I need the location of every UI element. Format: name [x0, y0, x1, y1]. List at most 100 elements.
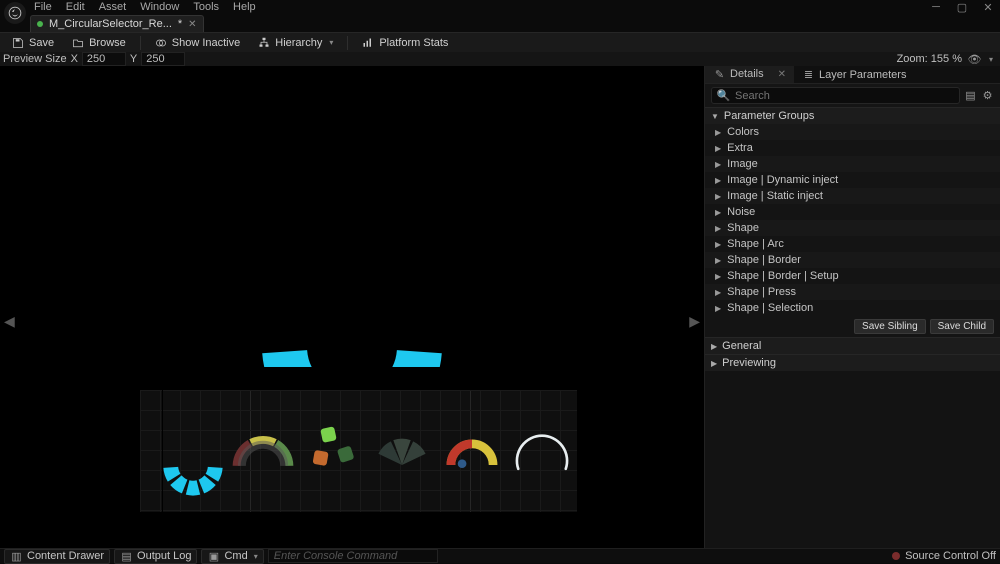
details-search[interactable]: 🔍: [711, 87, 960, 104]
preview-size-bar: Preview Size X 250 Y 250 Zoom: 155 % 👁 ▾: [0, 52, 1000, 66]
details-panel: ✎ Details ✕ ≣ Layer Parameters 🔍 ▤ ⚙ ▼ P…: [704, 66, 1000, 548]
hierarchy-button[interactable]: Hierarchy ▾: [252, 35, 339, 51]
tab-details[interactable]: ✎ Details ✕: [705, 66, 794, 83]
menu-asset[interactable]: Asset: [99, 1, 127, 13]
filter-icon[interactable]: ▤: [964, 89, 977, 102]
tab-layer-label: Layer Parameters: [819, 69, 906, 81]
details-empty-area: [705, 371, 1000, 548]
tab-close-icon[interactable]: ✕: [188, 19, 196, 30]
browse-icon: [72, 37, 84, 49]
preview-x-input[interactable]: 250: [82, 52, 126, 66]
save-child-button[interactable]: Save Child: [930, 319, 994, 334]
param-group-label: Image | Static inject: [727, 190, 823, 202]
section-previewing-label: Previewing: [722, 357, 776, 369]
document-tab-bar: M_CircularSelector_Re... * ✕: [0, 14, 1000, 32]
tab-layer-parameters[interactable]: ≣ Layer Parameters: [794, 66, 914, 83]
expand-icon: ▶: [715, 128, 721, 137]
expand-icon: ▶: [715, 240, 721, 249]
close-icon[interactable]: ✕: [982, 1, 994, 13]
preview-y-input[interactable]: 250: [141, 52, 185, 66]
menu-tools[interactable]: Tools: [193, 1, 219, 13]
source-control-label[interactable]: Source Control Off: [905, 550, 996, 562]
content-drawer-button[interactable]: ▥ Content Drawer: [4, 549, 110, 564]
param-group[interactable]: ▶Shape | Press: [705, 284, 1000, 300]
show-inactive-button[interactable]: Show Inactive: [149, 35, 246, 51]
cmd-selector[interactable]: ▣ Cmd ▾: [201, 549, 263, 564]
param-group-label: Image: [727, 158, 758, 170]
section-parameter-groups[interactable]: ▼ Parameter Groups: [705, 107, 1000, 124]
arc-preview: [252, 237, 452, 367]
log-icon: ▤: [120, 550, 133, 563]
menu-help[interactable]: Help: [233, 1, 256, 13]
platform-stats-label: Platform Stats: [379, 37, 448, 49]
thumb-white-ring[interactable]: [507, 390, 577, 512]
param-group-label: Shape | Arc: [727, 238, 784, 250]
output-log-label: Output Log: [137, 550, 191, 562]
hierarchy-label: Hierarchy: [275, 37, 322, 49]
expand-icon: ▶: [715, 256, 721, 265]
param-group-label: Noise: [727, 206, 755, 218]
section-parameter-groups-label: Parameter Groups: [724, 110, 814, 122]
viewport-prev-icon[interactable]: ◀: [2, 307, 17, 336]
expand-icon: ▶: [715, 192, 721, 201]
section-previewing[interactable]: ▶ Previewing: [705, 354, 1000, 371]
param-group[interactable]: ▶Extra: [705, 140, 1000, 156]
param-group-label: Shape | Border: [727, 254, 801, 266]
show-inactive-icon: [155, 37, 167, 49]
settings-icon[interactable]: ⚙: [981, 89, 994, 102]
save-button[interactable]: Save: [6, 35, 60, 51]
save-label: Save: [29, 37, 54, 49]
browse-button[interactable]: Browse: [66, 35, 132, 51]
pencil-icon: ✎: [713, 68, 726, 81]
chevron-down-icon[interactable]: ▾: [989, 55, 993, 64]
maximize-icon[interactable]: ▢: [956, 1, 968, 13]
platform-stats-button[interactable]: Platform Stats: [356, 35, 454, 51]
param-group[interactable]: ▶ Image | Static inject: [705, 188, 1000, 204]
show-inactive-label: Show Inactive: [172, 37, 240, 49]
param-group[interactable]: ▶Shape: [705, 220, 1000, 236]
param-group-label: Shape: [727, 222, 759, 234]
parameter-groups-list: ▶Colors▶Extra▶Image▶Image | Dynamic inje…: [705, 124, 1000, 316]
hierarchy-icon: [258, 37, 270, 49]
thumb-fan-dark[interactable]: [367, 390, 437, 512]
material-viewport[interactable]: ◀ ▶: [0, 66, 704, 548]
title-bar: File Edit Asset Window Tools Help ─ ▢ ✕: [0, 0, 1000, 14]
menu-file[interactable]: File: [34, 1, 52, 13]
param-group[interactable]: ▶Image: [705, 156, 1000, 172]
drawer-icon: ▥: [10, 550, 23, 563]
zoom-readout: Zoom: 155 %: [897, 53, 962, 65]
toolbar-separator: [347, 36, 348, 50]
save-sibling-button[interactable]: Save Sibling: [854, 319, 926, 334]
output-log-button[interactable]: ▤ Output Log: [114, 549, 197, 564]
param-group[interactable]: ▶Image | Dynamic inject: [705, 172, 1000, 188]
viewport-next-icon[interactable]: ▶: [687, 307, 702, 336]
thumb-gradient-arc[interactable]: [437, 390, 507, 512]
param-group[interactable]: ▶Shape | Border | Setup: [705, 268, 1000, 284]
param-group[interactable]: ▶ Shape | Arc: [705, 236, 1000, 252]
save-buttons-row: Save Sibling Save Child: [705, 316, 1000, 337]
layers-icon: ≣: [802, 68, 815, 81]
toolbar: Save Browse Show Inactive Hierarchy ▾ Pl…: [0, 32, 1000, 52]
expand-icon: ▶: [711, 359, 717, 368]
tab-close-icon[interactable]: ✕: [778, 69, 786, 80]
param-group[interactable]: ▶ Shape | Border: [705, 252, 1000, 268]
param-group[interactable]: ▶Shape | Selection: [705, 300, 1000, 316]
source-control-status-icon: [892, 552, 900, 560]
param-group-label: Shape | Border | Setup: [727, 270, 839, 282]
section-general[interactable]: ▶ General: [705, 337, 1000, 354]
document-tab[interactable]: M_CircularSelector_Re... * ✕: [30, 15, 204, 32]
console-input[interactable]: Enter Console Command: [268, 549, 438, 563]
param-group[interactable]: ▶Colors: [705, 124, 1000, 140]
menu-edit[interactable]: Edit: [66, 1, 85, 13]
unreal-logo-icon[interactable]: [4, 2, 26, 24]
details-search-input[interactable]: [735, 90, 954, 102]
preview-y-label: Y: [130, 53, 137, 65]
window-controls: ─ ▢ ✕: [930, 1, 994, 13]
view-options-icon[interactable]: 👁: [968, 53, 981, 66]
thumb-segmented-arc[interactable]: [228, 390, 298, 512]
menu-window[interactable]: Window: [140, 1, 179, 13]
minimize-icon[interactable]: ─: [930, 1, 942, 13]
thumb-cyan-arc[interactable]: [158, 390, 228, 512]
param-group[interactable]: ▶Noise: [705, 204, 1000, 220]
thumb-icon-pile[interactable]: [298, 390, 368, 512]
